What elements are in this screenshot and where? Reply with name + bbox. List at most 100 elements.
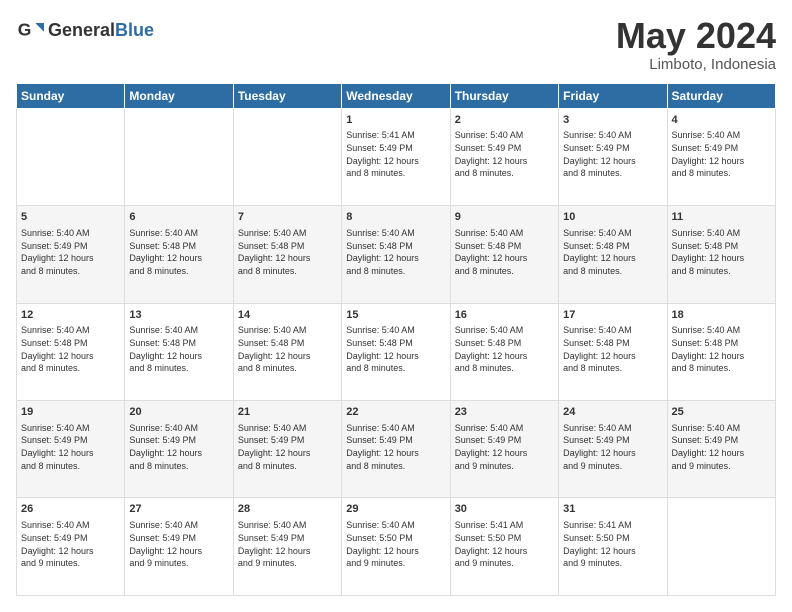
header-friday: Friday — [559, 83, 667, 108]
svg-text:G: G — [18, 19, 32, 39]
day-number: 28 — [238, 502, 337, 517]
table-row — [17, 108, 125, 205]
day-number: 22 — [346, 405, 445, 420]
table-row: 17Sunrise: 5:40 AM Sunset: 5:48 PM Dayli… — [559, 303, 667, 400]
day-number: 8 — [346, 210, 445, 225]
day-number: 13 — [129, 308, 228, 323]
day-info: Sunrise: 5:40 AM Sunset: 5:49 PM Dayligh… — [21, 227, 120, 277]
day-number: 7 — [238, 210, 337, 225]
day-info: Sunrise: 5:40 AM Sunset: 5:48 PM Dayligh… — [129, 227, 228, 277]
table-row: 15Sunrise: 5:40 AM Sunset: 5:48 PM Dayli… — [342, 303, 450, 400]
day-info: Sunrise: 5:40 AM Sunset: 5:48 PM Dayligh… — [455, 227, 554, 277]
table-row: 26 Sunrise: 5:40 AM Sunset: 5:49 PM Dayli… — [17, 498, 125, 596]
calendar-week-row: 12Sunrise: 5:40 AM Sunset: 5:48 PM Dayli… — [17, 303, 776, 400]
day-number: 9 — [455, 210, 554, 225]
table-row: 11 Sunrise: 5:40 AM Sunset: 5:48 PM Dayli… — [667, 206, 775, 303]
day-info: Sunrise: 5:40 AM Sunset: 5:48 PM Dayligh… — [238, 324, 337, 374]
day-info: Sunrise: 5:40 AM Sunset: 5:48 PM Dayligh… — [563, 227, 662, 277]
calendar-table: Sunday Monday Tuesday Wednesday Thursday… — [16, 83, 776, 596]
day-number: 24 — [563, 405, 662, 420]
day-number: 26 — [21, 502, 120, 517]
logo-blue: Blue — [115, 20, 154, 40]
day-info: Sunrise: 5:41 AM Sunset: 5:50 PM Dayligh… — [455, 519, 554, 569]
day-info: Sunrise: 5:40 AM Sunset: 5:49 PM Dayligh… — [672, 129, 771, 179]
table-row: 19Sunrise: 5:40 AM Sunset: 5:49 PM Dayli… — [17, 401, 125, 498]
page: G GeneralBlue May 2024 Limboto, Indonesi… — [0, 0, 792, 612]
day-info: Sunrise: 5:40 AM Sunset: 5:48 PM Dayligh… — [346, 227, 445, 277]
day-number: 11 — [672, 210, 771, 225]
table-row: 6Sunrise: 5:40 AM Sunset: 5:48 PM Daylig… — [125, 206, 233, 303]
day-number: 14 — [238, 308, 337, 323]
day-info: Sunrise: 5:40 AM Sunset: 5:49 PM Dayligh… — [238, 422, 337, 472]
table-row — [667, 498, 775, 596]
day-info: Sunrise: 5:40 AM Sunset: 5:48 PM Dayligh… — [21, 324, 120, 374]
day-number: 15 — [346, 308, 445, 323]
weekday-header-row: Sunday Monday Tuesday Wednesday Thursday… — [17, 83, 776, 108]
table-row: 25Sunrise: 5:40 AM Sunset: 5:49 PM Dayli… — [667, 401, 775, 498]
day-info: Sunrise: 5:40 AM Sunset: 5:49 PM Dayligh… — [672, 422, 771, 472]
calendar-week-row: 26 Sunrise: 5:40 AM Sunset: 5:49 PM Dayli… — [17, 498, 776, 596]
day-number: 5 — [21, 210, 120, 225]
month-year: May 2024 — [616, 16, 776, 56]
day-number: 30 — [455, 502, 554, 517]
table-row: 8 Sunrise: 5:40 AM Sunset: 5:48 PM Daylig… — [342, 206, 450, 303]
day-info: Sunrise: 5:40 AM Sunset: 5:48 PM Dayligh… — [238, 227, 337, 277]
table-row: 5 Sunrise: 5:40 AM Sunset: 5:49 PM Daylig… — [17, 206, 125, 303]
table-row: 7 Sunrise: 5:40 AM Sunset: 5:48 PM Daylig… — [233, 206, 341, 303]
table-row: 27 Sunrise: 5:40 AM Sunset: 5:49 PM Dayli… — [125, 498, 233, 596]
table-row: 14Sunrise: 5:40 AM Sunset: 5:48 PM Dayli… — [233, 303, 341, 400]
day-number: 12 — [21, 308, 120, 323]
table-row: 16Sunrise: 5:40 AM Sunset: 5:48 PM Dayli… — [450, 303, 558, 400]
table-row: 4Sunrise: 5:40 AM Sunset: 5:49 PM Daylig… — [667, 108, 775, 205]
day-info: Sunrise: 5:40 AM Sunset: 5:49 PM Dayligh… — [129, 519, 228, 569]
table-row: 31Sunrise: 5:41 AM Sunset: 5:50 PM Dayli… — [559, 498, 667, 596]
table-row: 12Sunrise: 5:40 AM Sunset: 5:48 PM Dayli… — [17, 303, 125, 400]
day-number: 2 — [455, 113, 554, 128]
day-number: 18 — [672, 308, 771, 323]
day-info: Sunrise: 5:40 AM Sunset: 5:49 PM Dayligh… — [455, 129, 554, 179]
table-row: 1Sunrise: 5:41 AM Sunset: 5:49 PM Daylig… — [342, 108, 450, 205]
day-number: 4 — [672, 113, 771, 128]
table-row: 9 Sunrise: 5:40 AM Sunset: 5:48 PM Daylig… — [450, 206, 558, 303]
day-number: 16 — [455, 308, 554, 323]
day-info: Sunrise: 5:40 AM Sunset: 5:48 PM Dayligh… — [672, 227, 771, 277]
header-monday: Monday — [125, 83, 233, 108]
table-row: 30 Sunrise: 5:41 AM Sunset: 5:50 PM Dayli… — [450, 498, 558, 596]
header: G GeneralBlue May 2024 Limboto, Indonesi… — [16, 16, 776, 73]
table-row — [233, 108, 341, 205]
day-info: Sunrise: 5:40 AM Sunset: 5:49 PM Dayligh… — [563, 129, 662, 179]
day-number: 27 — [129, 502, 228, 517]
day-info: Sunrise: 5:40 AM Sunset: 5:49 PM Dayligh… — [238, 519, 337, 569]
day-info: Sunrise: 5:40 AM Sunset: 5:49 PM Dayligh… — [563, 422, 662, 472]
day-info: Sunrise: 5:41 AM Sunset: 5:49 PM Dayligh… — [346, 129, 445, 179]
calendar-week-row: 1Sunrise: 5:41 AM Sunset: 5:49 PM Daylig… — [17, 108, 776, 205]
table-row: 29Sunrise: 5:40 AM Sunset: 5:50 PM Dayli… — [342, 498, 450, 596]
header-thursday: Thursday — [450, 83, 558, 108]
location: Limboto, Indonesia — [616, 56, 776, 73]
table-row: 18Sunrise: 5:40 AM Sunset: 5:48 PM Dayli… — [667, 303, 775, 400]
header-wednesday: Wednesday — [342, 83, 450, 108]
day-number: 17 — [563, 308, 662, 323]
day-info: Sunrise: 5:40 AM Sunset: 5:48 PM Dayligh… — [455, 324, 554, 374]
header-tuesday: Tuesday — [233, 83, 341, 108]
day-number: 10 — [563, 210, 662, 225]
table-row: 2Sunrise: 5:40 AM Sunset: 5:49 PM Daylig… — [450, 108, 558, 205]
table-row: 21 Sunrise: 5:40 AM Sunset: 5:49 PM Dayli… — [233, 401, 341, 498]
day-number: 21 — [238, 405, 337, 420]
header-saturday: Saturday — [667, 83, 775, 108]
calendar-week-row: 19Sunrise: 5:40 AM Sunset: 5:49 PM Dayli… — [17, 401, 776, 498]
calendar-week-row: 5 Sunrise: 5:40 AM Sunset: 5:49 PM Daylig… — [17, 206, 776, 303]
table-row — [125, 108, 233, 205]
day-info: Sunrise: 5:40 AM Sunset: 5:49 PM Dayligh… — [21, 519, 120, 569]
header-sunday: Sunday — [17, 83, 125, 108]
day-info: Sunrise: 5:40 AM Sunset: 5:48 PM Dayligh… — [346, 324, 445, 374]
day-info: Sunrise: 5:40 AM Sunset: 5:48 PM Dayligh… — [563, 324, 662, 374]
table-row: 13Sunrise: 5:40 AM Sunset: 5:48 PM Dayli… — [125, 303, 233, 400]
day-info: Sunrise: 5:40 AM Sunset: 5:49 PM Dayligh… — [129, 422, 228, 472]
table-row: 24 Sunrise: 5:40 AM Sunset: 5:49 PM Dayli… — [559, 401, 667, 498]
day-number: 29 — [346, 502, 445, 517]
day-number: 20 — [129, 405, 228, 420]
table-row: 10 Sunrise: 5:40 AM Sunset: 5:48 PM Dayli… — [559, 206, 667, 303]
day-number: 1 — [346, 113, 445, 128]
table-row: 3Sunrise: 5:40 AM Sunset: 5:49 PM Daylig… — [559, 108, 667, 205]
